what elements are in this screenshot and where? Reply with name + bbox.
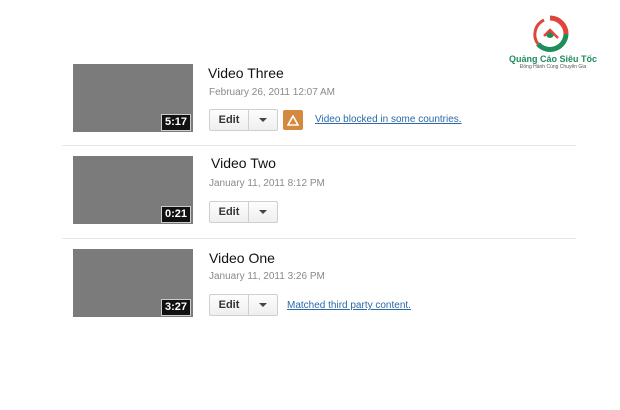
video-row: 3:27 Video One January 11, 2011 3:26 PM … <box>62 239 576 333</box>
video-date: February 26, 2011 12:07 AM <box>209 87 336 98</box>
video-date: January 11, 2011 8:12 PM <box>209 178 325 189</box>
edit-button-group: Edit <box>209 294 278 316</box>
chevron-down-icon <box>259 118 267 122</box>
edit-button[interactable]: Edit <box>209 201 249 223</box>
video-row: 0:21 Video Two January 11, 2011 8:12 PM … <box>62 146 576 240</box>
video-title[interactable]: Video Three <box>208 65 284 81</box>
warning-triangle-icon <box>287 114 299 126</box>
video-date: January 11, 2011 3:26 PM <box>209 271 325 282</box>
edit-dropdown-button[interactable] <box>249 201 278 223</box>
restriction-notice-link[interactable]: Video blocked in some countries. <box>315 114 462 125</box>
duration-badge: 5:17 <box>160 114 191 131</box>
video-thumbnail[interactable]: 3:27 <box>73 249 193 317</box>
edit-dropdown-button[interactable] <box>249 294 278 316</box>
edit-button-group: Edit <box>209 109 278 131</box>
edit-button-group: Edit <box>209 201 278 223</box>
chevron-down-icon <box>259 303 267 307</box>
logo-mark-icon <box>533 15 569 52</box>
duration-badge: 3:27 <box>160 299 191 316</box>
video-thumbnail[interactable]: 5:17 <box>73 64 193 132</box>
edit-button[interactable]: Edit <box>209 109 249 131</box>
content-match-notice-link[interactable]: Matched third party content. <box>287 300 411 311</box>
edit-button[interactable]: Edit <box>209 294 249 316</box>
video-thumbnail[interactable]: 0:21 <box>73 156 193 224</box>
video-title[interactable]: Video One <box>209 250 275 266</box>
chevron-down-icon <box>259 210 267 214</box>
edit-dropdown-button[interactable] <box>249 109 278 131</box>
video-title[interactable]: Video Two <box>211 155 276 171</box>
video-row: 5:17 Video Three February 26, 2011 12:07… <box>62 52 576 146</box>
duration-badge: 0:21 <box>160 206 191 223</box>
warning-icon[interactable] <box>283 110 303 130</box>
